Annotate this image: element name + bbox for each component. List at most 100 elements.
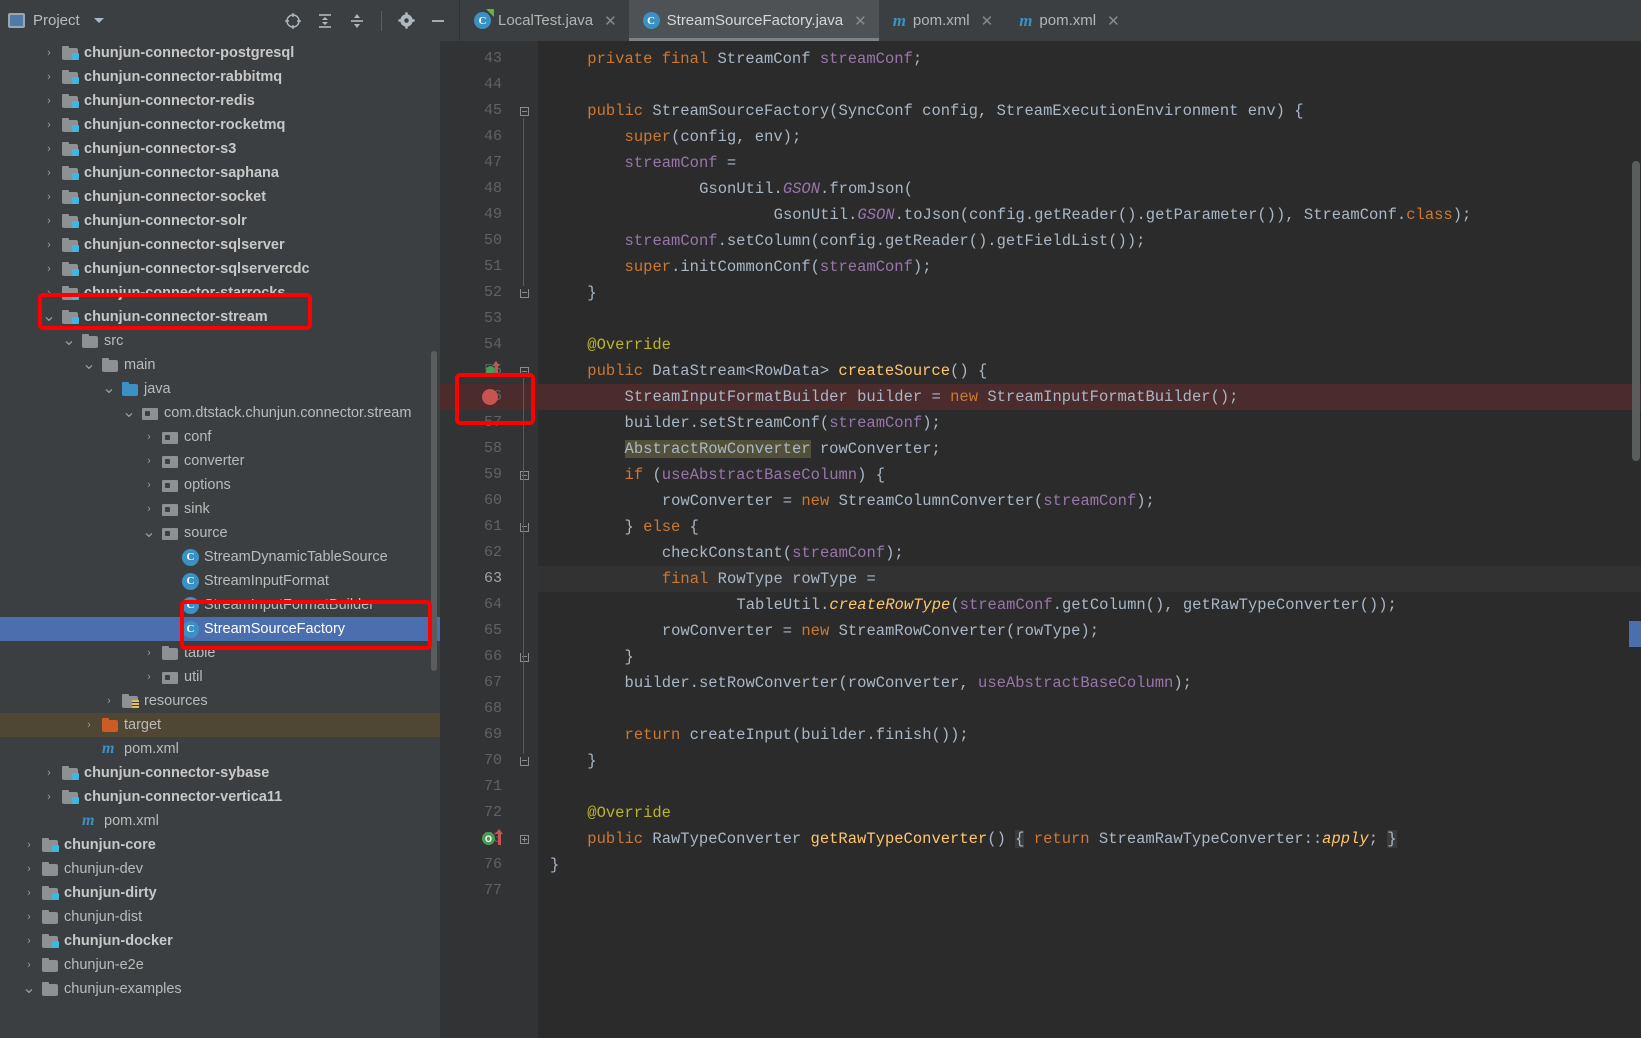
- chevron-right-icon[interactable]: ›: [142, 502, 156, 516]
- tree-item[interactable]: › sink: [0, 497, 440, 521]
- tree-item[interactable]: › options: [0, 473, 440, 497]
- tree-item[interactable]: › table: [0, 641, 440, 665]
- tree-item[interactable]: › chunjun-connector-sybase: [0, 761, 440, 785]
- chevron-down-icon[interactable]: ⌄: [102, 381, 116, 397]
- tree-item[interactable]: › chunjun-connector-sqlservercdc: [0, 257, 440, 281]
- tree-item[interactable]: › resources: [0, 689, 440, 713]
- tree-item[interactable]: › chunjun-connector-sqlserver: [0, 233, 440, 257]
- code-line[interactable]: @Override: [587, 332, 671, 358]
- chevron-right-icon[interactable]: ›: [22, 910, 36, 924]
- project-panel-title[interactable]: Project: [8, 12, 104, 29]
- code-line[interactable]: }: [587, 748, 596, 774]
- tree-item[interactable]: ⌄ src: [0, 329, 440, 353]
- chevron-down-icon[interactable]: ⌄: [62, 333, 76, 349]
- code-line[interactable]: super.initCommonConf(streamConf);: [625, 254, 932, 280]
- chevron-right-icon[interactable]: ›: [42, 70, 56, 84]
- chevron-right-icon[interactable]: ›: [22, 934, 36, 948]
- chevron-right-icon[interactable]: ›: [22, 838, 36, 852]
- tree-item[interactable]: ›CStreamDynamicTableSource: [0, 545, 440, 569]
- chevron-right-icon[interactable]: ›: [142, 430, 156, 444]
- code-line[interactable]: final RowType rowType =: [662, 566, 876, 592]
- chevron-right-icon[interactable]: ›: [42, 94, 56, 108]
- fold-collapse-icon[interactable]: [519, 358, 530, 384]
- code-line[interactable]: builder.setStreamConf(streamConf);: [625, 410, 941, 436]
- tree-item[interactable]: ›mpom.xml: [0, 809, 440, 833]
- tree-item[interactable]: › chunjun-connector-socket: [0, 185, 440, 209]
- code-line[interactable]: streamConf.setColumn(config.getReader().…: [625, 228, 1146, 254]
- chevron-right-icon[interactable]: ›: [42, 46, 56, 60]
- code-editor[interactable]: 4344454647484950515253545556575859606162…: [440, 41, 1641, 1038]
- tree-item[interactable]: ›CStreamInputFormat: [0, 569, 440, 593]
- tree-item[interactable]: ⌄ com.dtstack.chunjun.connector.stream: [0, 401, 440, 425]
- chevron-right-icon[interactable]: ›: [42, 262, 56, 276]
- chevron-right-icon[interactable]: ›: [142, 646, 156, 660]
- tree-item[interactable]: › chunjun-e2e: [0, 953, 440, 977]
- editor-tab[interactable]: C LocalTest.java ✕: [460, 0, 629, 41]
- tree-item[interactable]: › chunjun-connector-solr: [0, 209, 440, 233]
- implements-arrow-icon[interactable]: [492, 361, 500, 377]
- code-line[interactable]: if (useAbstractBaseColumn) {: [625, 462, 885, 488]
- project-tree-panel[interactable]: › chunjun-connector-postgresql › chunjun-co…: [0, 41, 440, 1038]
- chevron-down-icon[interactable]: ⌄: [142, 525, 156, 541]
- tree-item[interactable]: › chunjun-dirty: [0, 881, 440, 905]
- chevron-down-icon[interactable]: ⌄: [22, 981, 36, 997]
- breakpoint-icon[interactable]: [482, 389, 498, 405]
- tree-item[interactable]: › converter: [0, 449, 440, 473]
- tree-item[interactable]: ›mpom.xml: [0, 737, 440, 761]
- tree-item[interactable]: › chunjun-connector-saphana: [0, 161, 440, 185]
- close-icon[interactable]: ✕: [1107, 12, 1120, 30]
- tree-item[interactable]: › target: [0, 713, 440, 737]
- tree-item[interactable]: ›CStreamSourceFactory: [0, 617, 440, 641]
- fold-end-icon[interactable]: [519, 644, 530, 670]
- tree-item[interactable]: › chunjun-dev: [0, 857, 440, 881]
- chevron-right-icon[interactable]: ›: [102, 694, 116, 708]
- locate-icon[interactable]: [280, 8, 306, 34]
- tree-item[interactable]: › chunjun-connector-starrocks: [0, 281, 440, 305]
- chevron-down-icon[interactable]: ⌄: [122, 405, 136, 421]
- chevron-right-icon[interactable]: ›: [42, 142, 56, 156]
- close-icon[interactable]: ✕: [854, 12, 867, 30]
- chevron-right-icon[interactable]: ›: [42, 166, 56, 180]
- code-line[interactable]: rowConverter = new StreamColumnConverter…: [662, 488, 1155, 514]
- editor-scrollbar-thumb[interactable]: [1632, 161, 1640, 461]
- tree-item[interactable]: › chunjun-docker: [0, 929, 440, 953]
- collapse-all-icon[interactable]: [344, 8, 370, 34]
- chevron-right-icon[interactable]: ›: [142, 454, 156, 468]
- fold-collapse-icon[interactable]: [519, 98, 530, 124]
- tree-item[interactable]: ⌄ source: [0, 521, 440, 545]
- code-line[interactable]: public DataStream<RowData> createSource(…: [587, 358, 987, 384]
- chevron-right-icon[interactable]: ›: [42, 238, 56, 252]
- override-method-icon[interactable]: [486, 366, 495, 375]
- chevron-right-icon[interactable]: ›: [142, 670, 156, 684]
- gear-icon[interactable]: [393, 8, 419, 34]
- chevron-right-icon[interactable]: ›: [42, 790, 56, 804]
- fold-expand-icon[interactable]: [519, 826, 530, 852]
- tree-item[interactable]: › chunjun-connector-vertica11: [0, 785, 440, 809]
- tree-item[interactable]: › chunjun-connector-postgresql: [0, 41, 440, 65]
- code-line[interactable]: GsonUtil.GSON.fromJson(: [699, 176, 913, 202]
- code-line[interactable]: checkConstant(streamConf);: [662, 540, 904, 566]
- chevron-right-icon[interactable]: ›: [42, 118, 56, 132]
- code-line[interactable]: AbstractRowConverter rowConverter;: [624, 436, 941, 462]
- chevron-right-icon[interactable]: ›: [142, 478, 156, 492]
- fold-end-icon[interactable]: [519, 514, 530, 540]
- editor-tab[interactable]: m pom.xml ✕: [1005, 0, 1132, 41]
- close-icon[interactable]: ✕: [981, 12, 994, 30]
- editor-gutter[interactable]: 4344454647484950515253545556575859606162…: [440, 41, 510, 1038]
- code-line[interactable]: }: [587, 280, 596, 306]
- chevron-down-icon[interactable]: [93, 18, 104, 23]
- tree-item[interactable]: › chunjun-connector-rabbitmq: [0, 65, 440, 89]
- chevron-right-icon[interactable]: ›: [42, 286, 56, 300]
- editor-fold-column[interactable]: [510, 41, 538, 1038]
- code-line[interactable]: private final StreamConf streamConf;: [587, 46, 922, 72]
- tree-item[interactable]: ⌄ java: [0, 377, 440, 401]
- tree-item[interactable]: › chunjun-connector-redis: [0, 89, 440, 113]
- code-line[interactable]: } else {: [625, 514, 699, 540]
- code-line[interactable]: GsonUtil.GSON.toJson(config.getReader().…: [774, 202, 1472, 228]
- implements-arrow-icon[interactable]: [495, 829, 503, 845]
- tree-item[interactable]: › util: [0, 665, 440, 689]
- code-line[interactable]: streamConf =: [625, 150, 737, 176]
- chevron-right-icon[interactable]: ›: [22, 862, 36, 876]
- tree-item[interactable]: › chunjun-connector-s3: [0, 137, 440, 161]
- tree-item[interactable]: › chunjun-core: [0, 833, 440, 857]
